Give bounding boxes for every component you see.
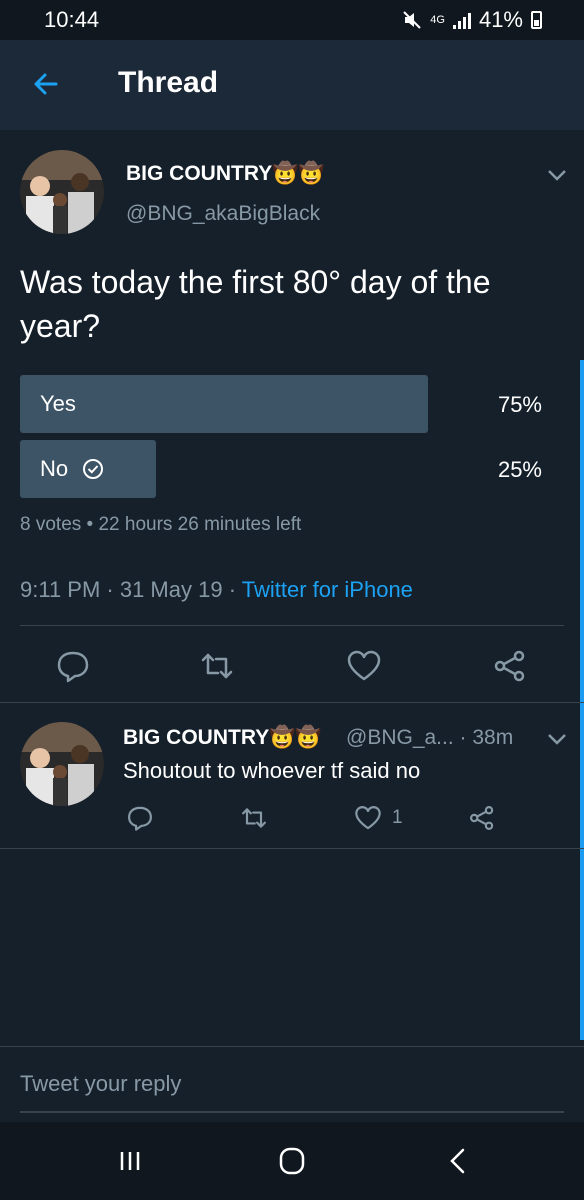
like-button[interactable]: 1	[354, 804, 403, 832]
share-icon[interactable]	[468, 804, 496, 832]
author-handle-time[interactable]: @BNG_a... · 38m	[346, 726, 513, 750]
battery-percent: 41%	[478, 7, 523, 32]
mute-icon	[403, 11, 421, 29]
poll-option-percent: 75%	[497, 392, 542, 417]
like-count: 1	[392, 807, 403, 828]
check-circle-icon	[83, 459, 104, 479]
recent-apps-icon[interactable]	[110, 1144, 150, 1178]
poll-option-label: No	[40, 456, 69, 481]
comment-icon[interactable]	[55, 648, 91, 684]
home-icon[interactable]	[272, 1144, 312, 1178]
tweet-text: Was today the first 80° day of the year?	[20, 264, 491, 344]
page-title: Thread	[118, 66, 219, 99]
retweet-icon[interactable]	[240, 804, 268, 832]
poll-option-percent: 25%	[497, 457, 542, 482]
divider	[20, 625, 564, 626]
divider	[0, 848, 584, 849]
author-handle[interactable]: @BNG_akaBigBlack	[126, 202, 320, 226]
heart-icon	[355, 806, 381, 830]
reply-text: Shoutout to whoever tf said no	[123, 758, 421, 783]
tweet-timestamp: 9:11 PM · 31 May 19 · Twitter for iPhone	[20, 577, 413, 603]
heart-icon[interactable]	[346, 648, 382, 684]
share-icon[interactable]	[492, 648, 528, 684]
poll-option-label: Yes	[40, 391, 76, 416]
poll-option-no[interactable]: No	[20, 440, 156, 498]
avatar[interactable]	[20, 150, 104, 234]
author-name[interactable]: BIG COUNTRY🤠🤠	[126, 162, 325, 186]
status-time: 10:44	[44, 7, 100, 32]
poll-option-yes[interactable]: Yes	[20, 375, 428, 433]
reply-composer: Tweet your reply	[0, 1046, 584, 1123]
battery-icon	[531, 11, 542, 29]
arrow-left-icon[interactable]	[28, 66, 64, 102]
chevron-down-icon[interactable]	[546, 732, 568, 746]
author-name[interactable]: BIG COUNTRY🤠🤠	[123, 726, 322, 750]
divider	[0, 702, 584, 703]
back-nav-icon[interactable]	[438, 1144, 478, 1178]
comment-icon[interactable]	[126, 804, 154, 832]
tweet-time: 9:11 PM · 31 May 19 ·	[20, 577, 242, 602]
tweet-source-link[interactable]: Twitter for iPhone	[242, 577, 413, 602]
input-underline	[20, 1111, 564, 1113]
poll-meta: 8 votes • 22 hours 26 minutes left	[20, 514, 302, 535]
status-bar: 10:44 4G 41%	[0, 0, 584, 40]
status-icons: 4G 41%	[402, 7, 542, 33]
chevron-down-icon[interactable]	[546, 168, 568, 182]
reply-input[interactable]: Tweet your reply	[20, 1071, 181, 1097]
system-nav-bar	[0, 1122, 584, 1200]
scrollbar[interactable]	[580, 360, 584, 1040]
avatar[interactable]	[20, 722, 104, 806]
app-bar: Thread	[0, 40, 584, 130]
retweet-icon[interactable]	[199, 648, 235, 684]
network-indicator: 4G	[430, 14, 445, 26]
signal-icon	[452, 11, 471, 29]
